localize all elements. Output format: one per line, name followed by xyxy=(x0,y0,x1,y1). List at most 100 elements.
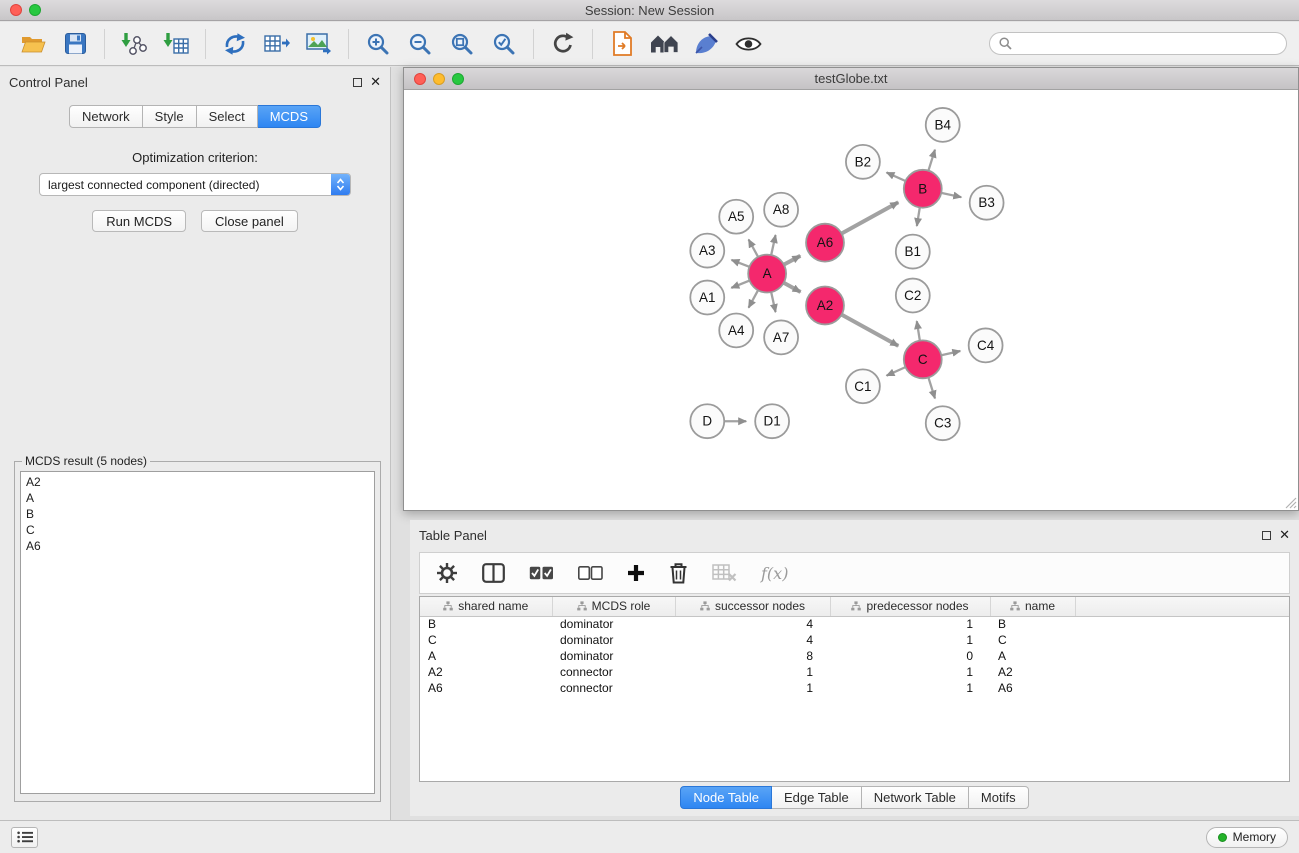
tab-select[interactable]: Select xyxy=(197,105,258,128)
tab-node-table[interactable]: Node Table xyxy=(680,786,772,809)
close-panel-icon[interactable]: ✕ xyxy=(370,77,381,87)
mcds-result-item[interactable]: A xyxy=(26,490,369,506)
graph-edge-A-A6[interactable] xyxy=(784,256,801,265)
graph-edge-A-A2[interactable] xyxy=(784,283,801,292)
tab-network-table[interactable]: Network Table xyxy=(862,786,969,809)
graph-node-C3[interactable]: C3 xyxy=(926,406,960,440)
graph-node-C2[interactable]: C2 xyxy=(896,279,930,313)
delete-table-button[interactable] xyxy=(712,558,737,588)
mcds-result-item[interactable]: C xyxy=(26,522,369,538)
mcds-result-item[interactable]: A6 xyxy=(26,538,369,554)
first-neighbors-button[interactable] xyxy=(648,27,680,61)
graph-edge-B-B4[interactable] xyxy=(928,150,935,171)
graphics-details-button[interactable] xyxy=(690,27,722,61)
graph-node-B3[interactable]: B3 xyxy=(970,186,1004,220)
column-header-name[interactable]: name xyxy=(990,597,1075,616)
graph-node-D1[interactable]: D1 xyxy=(755,404,789,438)
graph-node-C1[interactable]: C1 xyxy=(846,369,880,403)
graph-node-A5[interactable]: A5 xyxy=(719,200,753,234)
graph-node-C[interactable]: C xyxy=(904,340,942,378)
delete-column-button[interactable] xyxy=(669,558,688,588)
graph-edge-C-C2[interactable] xyxy=(917,321,920,340)
show-hide-details-button[interactable] xyxy=(732,27,764,61)
table-row[interactable]: Bdominator41B xyxy=(420,616,1289,632)
column-header-successor-nodes[interactable]: successor nodes xyxy=(675,597,830,616)
graph-node-B4[interactable]: B4 xyxy=(926,108,960,142)
graph-node-A2[interactable]: A2 xyxy=(806,287,844,325)
export-table-button[interactable] xyxy=(261,27,293,61)
graph-edge-A2-C[interactable] xyxy=(842,315,899,346)
network-canvas[interactable]: B4B2BB3A5A8A6B1A3AA1C2A2A4A7C4CC1C3DD1 xyxy=(404,91,1298,510)
column-header-MCDS-role[interactable]: MCDS role xyxy=(552,597,675,616)
node-table[interactable]: shared nameMCDS rolesuccessor nodesprede… xyxy=(419,596,1290,782)
mcds-result-item[interactable]: A2 xyxy=(26,474,369,490)
table-settings-button[interactable] xyxy=(436,558,458,588)
export-image-button[interactable] xyxy=(303,27,335,61)
graph-node-D[interactable]: D xyxy=(690,404,724,438)
mcds-result-item[interactable]: B xyxy=(26,506,369,522)
graph-node-A1[interactable]: A1 xyxy=(690,281,724,315)
run-mcds-button[interactable]: Run MCDS xyxy=(92,210,186,232)
tab-network[interactable]: Network xyxy=(69,105,143,128)
zoom-fit-button[interactable] xyxy=(446,27,478,61)
graph-node-A7[interactable]: A7 xyxy=(764,320,798,354)
criterion-dropdown[interactable]: largest connected component (directed) xyxy=(39,173,351,196)
graph-edge-A-A5[interactable] xyxy=(749,239,758,256)
export-network-button[interactable] xyxy=(219,27,251,61)
zoom-selected-button[interactable] xyxy=(488,27,520,61)
mcds-result-list[interactable]: A2ABCA6 xyxy=(20,471,375,794)
zoom-in-button[interactable] xyxy=(362,27,394,61)
search-input[interactable] xyxy=(1018,37,1277,51)
select-all-button[interactable] xyxy=(529,558,554,588)
import-table-button[interactable] xyxy=(160,27,192,61)
column-header-predecessor-nodes[interactable]: predecessor nodes xyxy=(830,597,990,616)
network-window-titlebar[interactable]: testGlobe.txt xyxy=(404,68,1298,90)
apply-layout-button[interactable] xyxy=(547,27,579,61)
close-table-panel-icon[interactable]: ✕ xyxy=(1279,530,1290,540)
zoom-out-button[interactable] xyxy=(404,27,436,61)
new-network-from-selection-button[interactable] xyxy=(606,27,638,61)
table-row[interactable]: Adominator80A xyxy=(420,648,1289,664)
float-table-panel-icon[interactable] xyxy=(1262,531,1271,540)
graph-edge-A-A8[interactable] xyxy=(771,235,775,255)
graph-edge-A-A7[interactable] xyxy=(771,292,775,312)
float-panel-icon[interactable] xyxy=(353,78,362,87)
tab-mcds[interactable]: MCDS xyxy=(258,105,321,128)
graph-edge-B-B2[interactable] xyxy=(887,172,906,181)
save-session-button[interactable] xyxy=(59,27,91,61)
close-network-window-button[interactable] xyxy=(414,73,426,85)
graph-edge-C-C4[interactable] xyxy=(941,351,960,355)
tab-edge-table[interactable]: Edge Table xyxy=(772,786,862,809)
graph-edge-C-C3[interactable] xyxy=(928,377,935,398)
import-network-button[interactable] xyxy=(118,27,150,61)
search-box[interactable] xyxy=(989,32,1287,55)
function-builder-button[interactable]: f(x) xyxy=(761,558,788,588)
graph-node-A8[interactable]: A8 xyxy=(764,193,798,227)
graph-edge-B-B1[interactable] xyxy=(917,207,920,226)
graph-edge-C-C1[interactable] xyxy=(887,367,906,376)
graph-node-A4[interactable]: A4 xyxy=(719,313,753,347)
status-menu-button[interactable] xyxy=(11,827,38,848)
tab-style[interactable]: Style xyxy=(143,105,197,128)
memory-button[interactable]: Memory xyxy=(1206,827,1288,848)
graph-node-A6[interactable]: A6 xyxy=(806,224,844,262)
table-row[interactable]: A2connector11A2 xyxy=(420,664,1289,680)
graph-node-C4[interactable]: C4 xyxy=(969,328,1003,362)
close-window-button[interactable] xyxy=(10,4,22,16)
graph-edge-A6-B[interactable] xyxy=(842,202,899,233)
zoom-network-window-button[interactable] xyxy=(452,73,464,85)
deselect-all-button[interactable] xyxy=(578,558,603,588)
add-column-button[interactable] xyxy=(627,558,645,588)
graph-node-B1[interactable]: B1 xyxy=(896,235,930,269)
resize-grip-icon[interactable] xyxy=(1285,497,1297,509)
graph-node-A3[interactable]: A3 xyxy=(690,234,724,268)
graph-edge-A-A1[interactable] xyxy=(731,281,749,288)
graph-edge-A-A3[interactable] xyxy=(731,260,749,267)
show-columns-button[interactable] xyxy=(482,558,505,588)
open-session-button[interactable] xyxy=(17,27,49,61)
close-panel-button[interactable]: Close panel xyxy=(201,210,298,232)
column-header-shared-name[interactable]: shared name xyxy=(420,597,552,616)
table-row[interactable]: A6connector11A6 xyxy=(420,680,1289,696)
tab-motifs[interactable]: Motifs xyxy=(969,786,1029,809)
graph-node-B2[interactable]: B2 xyxy=(846,145,880,179)
